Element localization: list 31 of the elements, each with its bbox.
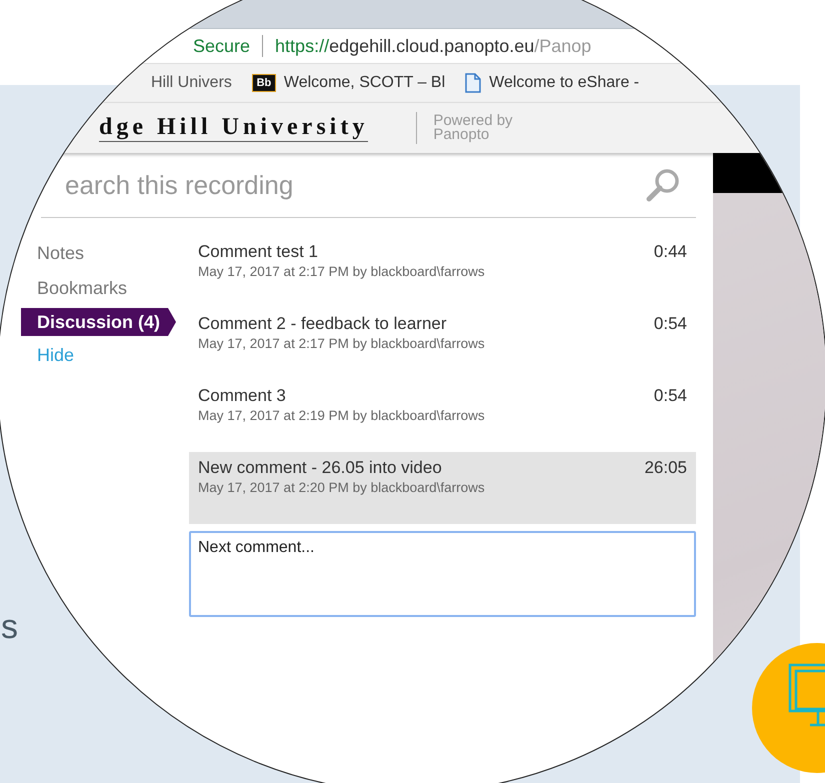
address-bar-url[interactable]: https://edgehill.cloud.panopto.eu/Panop: [275, 36, 592, 56]
comment-time: 0:54: [654, 314, 687, 334]
comment-meta: May 17, 2017 at 2:17 PM by blackboard\farrows: [198, 264, 486, 279]
search-field[interactable]: earch this recording: [41, 170, 545, 200]
comment-time: 0:54: [654, 386, 687, 406]
comment-field[interactable]: Next comment...: [189, 531, 696, 617]
powered-by-text: Powered by Panopto: [433, 114, 513, 142]
comment-meta: May 17, 2017 at 2:17 PM by blackboard\farrows: [198, 336, 486, 351]
bookmark[interactable]: Bb Welcome, SCOTT – Bl: [252, 74, 446, 92]
blackboard-icon: Bb: [252, 74, 276, 92]
sidebar-tab[interactable]: Notes: [1, 236, 189, 271]
comment-row[interactable]: New comment - 26.05 into video 26:05 May 17, 2017 at 2:20 PM by blackboard\farrows: [189, 452, 696, 524]
comment-title: Comment test 1: [198, 242, 319, 262]
comment-title: Comment 3: [198, 386, 287, 406]
bookmark[interactable]: Welcome to eShare -: [465, 73, 640, 93]
university-logo-text: dge Hill University: [99, 114, 368, 142]
sidebar-tab[interactable]: Bookmarks: [1, 271, 189, 306]
comment-time: 26:05: [644, 458, 687, 478]
comment-row[interactable]: Comment 3 0:54 May 17, 2017 at 2:19 PM by blackboard\farrows: [189, 380, 696, 452]
comment-title: New comment - 26.05 into video: [198, 458, 443, 478]
comment-meta: May 17, 2017 at 2:19 PM by blackboard\farrows: [198, 408, 486, 423]
comment-time: 0:44: [654, 242, 687, 262]
document-icon: [465, 73, 482, 93]
heading-text: s: [1, 610, 18, 644]
comment-row[interactable]: Comment test 1 0:44 May 17, 2017 at 2:17 PM by blackboard\farrows: [189, 236, 696, 308]
comment-meta: May 17, 2017 at 2:20 PM by blackboard\farrows: [198, 480, 486, 495]
security-label: Secure: [193, 36, 250, 56]
bookmark[interactable]: Hill Univers: [151, 74, 232, 92]
comment-row[interactable]: Comment 2 - feedback to learner 0:54 May 17, 2017 at 2:17 PM by blackboard\farrows: [189, 308, 696, 380]
comment-title: Comment 2 - feedback to learner: [198, 314, 448, 334]
sidebar-tab[interactable]: Discussion (4): [21, 308, 176, 336]
